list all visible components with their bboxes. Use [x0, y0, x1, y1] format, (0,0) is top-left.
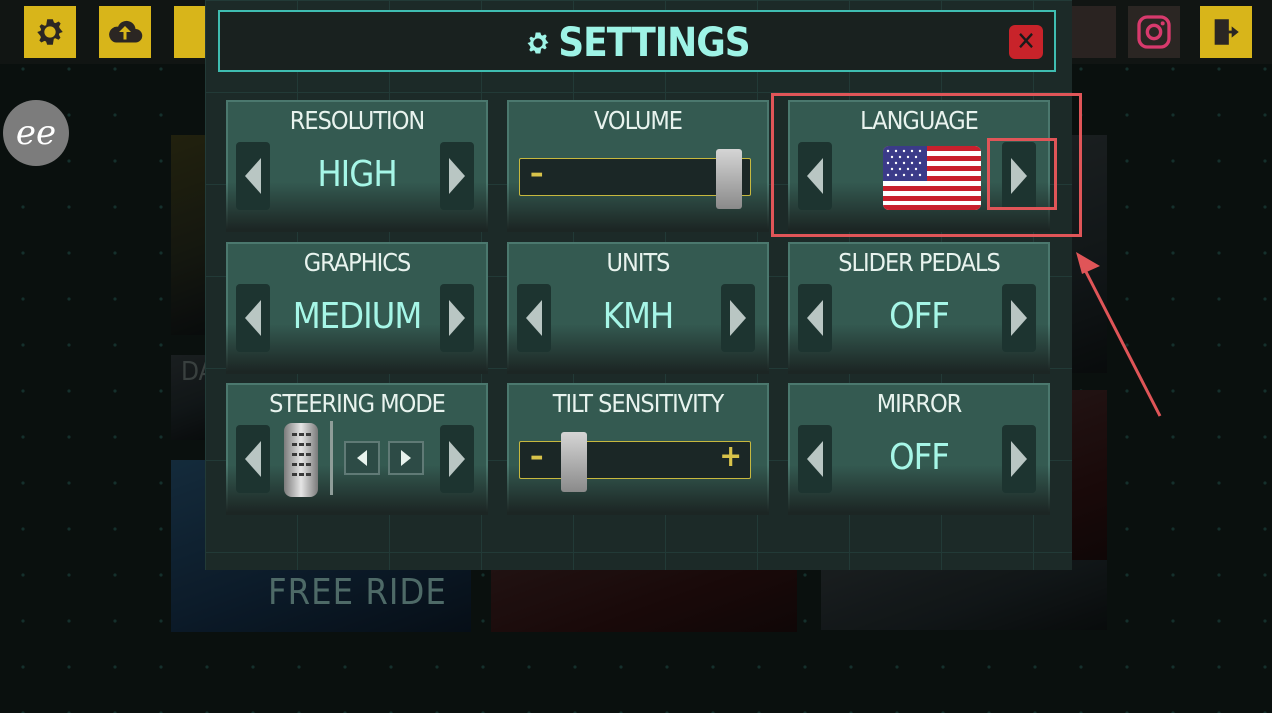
tile-resolution: RESOLUTION HIGH [226, 100, 488, 232]
chevron-right-icon [449, 441, 465, 477]
ee-logo[interactable]: ee [3, 100, 69, 166]
tile-label: STEERING MODE [269, 389, 446, 418]
tile-label: GRAPHICS [303, 248, 412, 277]
tilt-slider-handle[interactable] [561, 432, 587, 492]
modal-header: SETTINGS [218, 10, 1056, 72]
tile-label: RESOLUTION [289, 106, 425, 135]
tile-tilt-sensitivity: TILT SENSITIVITY – + [507, 383, 769, 515]
exit-button[interactable] [1200, 6, 1252, 58]
steering-arrow-left-button[interactable] [344, 441, 380, 475]
instagram-icon [1137, 15, 1171, 49]
tilt-minus: – [530, 439, 544, 474]
steering-mode-next-button[interactable] [440, 425, 474, 493]
annotation-highlight-next-button [987, 138, 1057, 210]
divider [330, 421, 333, 495]
chevron-right-icon [1011, 300, 1027, 336]
volume-slider-handle[interactable] [716, 149, 742, 209]
steering-arrow-right-button[interactable] [388, 441, 424, 475]
chevron-right-icon [1011, 441, 1027, 477]
instagram-button[interactable] [1128, 6, 1180, 58]
chevron-left-icon [245, 441, 261, 477]
exit-door-icon [1214, 19, 1239, 45]
cloud-upload-button[interactable] [99, 6, 151, 58]
gear-icon [527, 32, 549, 54]
resolution-next-button[interactable] [440, 142, 474, 210]
volume-slider[interactable]: – + [519, 149, 751, 209]
chevron-right-icon [449, 300, 465, 336]
chevron-right-icon [730, 300, 746, 336]
gear-icon [37, 19, 63, 45]
modal-title-text: SETTINGS [558, 20, 750, 66]
close-button[interactable]: ✕ [1009, 25, 1043, 59]
settings-modal: SETTINGS ✕ RESOLUTION HIGH VOLUME – + LA… [205, 0, 1072, 570]
cloud-upload-icon [109, 20, 143, 43]
tilt-sensitivity-slider[interactable]: – + [519, 432, 751, 492]
graphics-next-button[interactable] [440, 284, 474, 352]
tile-label: MIRROR [876, 389, 963, 418]
modal-title: SETTINGS [220, 20, 1054, 66]
annotation-arrow-icon [1076, 252, 1162, 417]
tile-volume: VOLUME – + [507, 100, 769, 232]
youtube-button[interactable] [1072, 6, 1116, 58]
tile-slider-pedals: SLIDER PEDALS OFF [788, 242, 1050, 374]
tile-label: UNITS [606, 248, 671, 277]
tile-label: SLIDER PEDALS [838, 248, 1001, 277]
tile-label: VOLUME [593, 106, 683, 135]
chevron-right-icon [449, 158, 465, 194]
volume-minus: – [530, 156, 544, 191]
chevron-right-icon [401, 450, 411, 466]
tile-steering-mode: STEERING MODE [226, 383, 488, 515]
slider-pedals-next-button[interactable] [1002, 284, 1036, 352]
tile-mirror: MIRROR OFF [788, 383, 1050, 515]
close-icon: ✕ [1016, 27, 1036, 57]
pedal-icon [284, 423, 318, 497]
settings-gear-button[interactable] [24, 6, 76, 58]
tilt-plus: + [719, 439, 742, 474]
tile-graphics: GRAPHICS MEDIUM [226, 242, 488, 374]
tile-label: TILT SENSITIVITY [552, 389, 724, 418]
free-ride-label: FREE RIDE [268, 572, 447, 613]
tile-units: UNITS KMH [507, 242, 769, 374]
mode-card-challenges[interactable] [491, 560, 797, 632]
steering-mode-prev-button[interactable] [236, 425, 270, 493]
mirror-next-button[interactable] [1002, 425, 1036, 493]
mode-card-right-bottom[interactable] [821, 560, 1107, 630]
chevron-left-icon [357, 450, 367, 466]
units-next-button[interactable] [721, 284, 755, 352]
